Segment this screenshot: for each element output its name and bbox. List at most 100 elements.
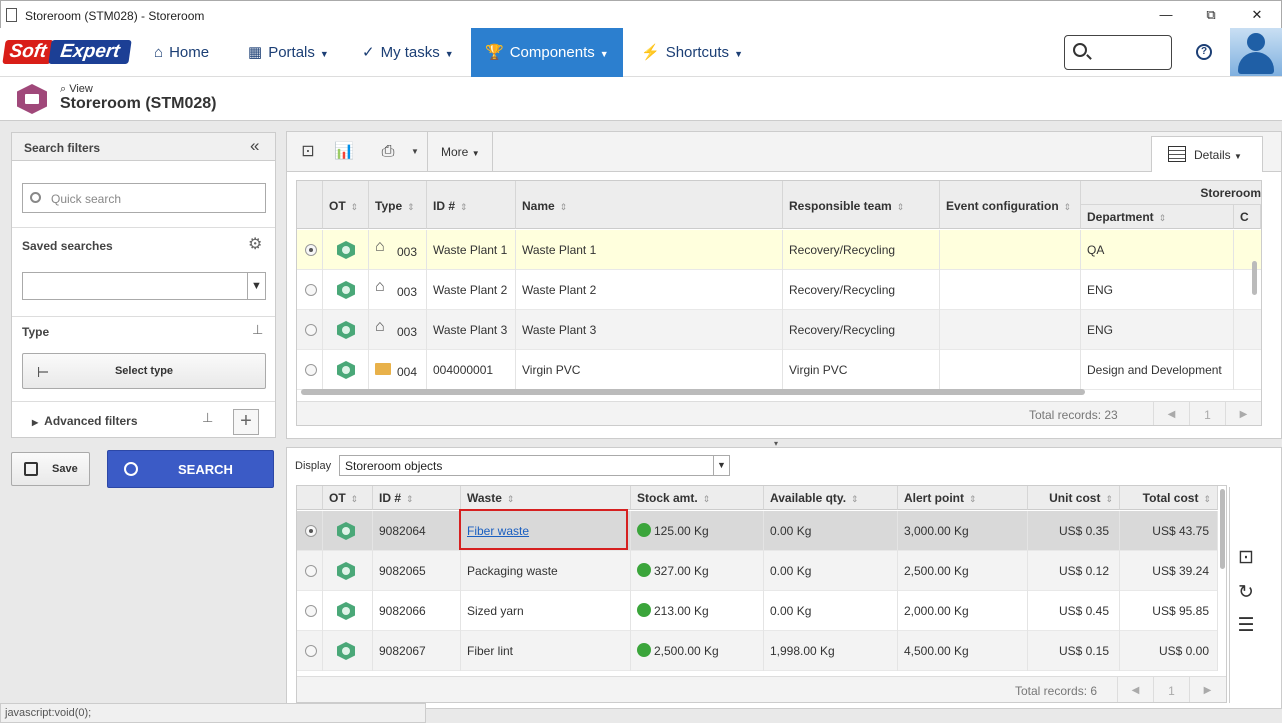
broom-icon[interactable]: ⊥ [252, 322, 263, 338]
col-header-c[interactable]: C [1234, 205, 1261, 229]
nav-portals[interactable]: ▦ Portals ▼ [234, 28, 343, 77]
maximize-button[interactable]: ⧉ [1196, 5, 1226, 25]
col-header-event[interactable]: Event configuration ⇕ [940, 181, 1081, 229]
col-header-name[interactable]: Name ⇕ [516, 181, 783, 229]
nav-components-label: Components [509, 44, 595, 61]
quick-search-placeholder: Quick search [51, 192, 122, 206]
chart-icon[interactable]: 📊 [327, 132, 361, 172]
select-type-button[interactable]: ⊢ Select type [22, 353, 266, 389]
help-icon[interactable]: ? [1196, 44, 1212, 60]
more-menu[interactable]: More ▼ [429, 132, 493, 172]
logo-expert: Expert [48, 40, 132, 64]
search-button[interactable]: SEARCH [107, 450, 274, 488]
group-header-storeroom: Storeroom [1081, 181, 1261, 205]
object-type-icon [337, 321, 355, 339]
details-label: Details ▼ [1194, 148, 1242, 162]
saved-searches-select[interactable]: ▼ [22, 272, 266, 300]
minimize-button[interactable]: — [1151, 5, 1181, 25]
nav-mytasks[interactable]: ✓ My tasks ▼ [348, 28, 468, 77]
nav-shortcuts-label: Shortcuts [665, 44, 730, 61]
col-header-total-cost[interactable]: Total cost ⇕ [1120, 486, 1218, 510]
next-page-icon[interactable]: ▶ [1189, 677, 1225, 702]
total-records: Total records: 23 [1029, 408, 1118, 422]
list-icon[interactable]: ☰ [1235, 615, 1257, 637]
row-radio[interactable] [305, 364, 317, 376]
refresh-icon[interactable]: ↻ [1235, 582, 1257, 604]
page-number: 1 [1189, 402, 1225, 425]
col-header-type[interactable]: Type ⇕ [369, 181, 427, 229]
table-row[interactable]: 9082065 Packaging waste 327.00 Kg 0.00 K… [297, 551, 1218, 591]
vertical-scrollbar[interactable] [1252, 261, 1257, 295]
global-search-input[interactable] [1064, 35, 1172, 70]
list-toolbar: ⊡ 📊 ⎙ ▼ More ▼ Details ▼ [287, 132, 1281, 172]
nav-home[interactable]: ⌂ Home [140, 28, 223, 77]
page-header: ⌕ View Storeroom (STM028) [0, 77, 1282, 121]
col-header-alert[interactable]: Alert point ⇕ [898, 486, 1028, 510]
col-header-ot[interactable]: OT ⇕ [323, 486, 373, 510]
col-header-id[interactable]: ID # ⇕ [427, 181, 516, 229]
vertical-scrollbar[interactable] [1220, 489, 1225, 569]
quick-search-input[interactable]: Quick search [22, 183, 266, 213]
col-header-waste[interactable]: Waste ⇕ [461, 486, 631, 510]
user-avatar[interactable] [1230, 28, 1282, 76]
objects-grid: OT ⇕ ID # ⇕ Waste ⇕ Stock amt. ⇕ Available q… [296, 485, 1227, 703]
col-header-id[interactable]: ID # ⇕ [373, 486, 461, 510]
logo-soft: Soft [2, 40, 54, 64]
select-col-header [297, 181, 323, 229]
gear-icon[interactable]: ⚙ [248, 234, 262, 254]
row-radio[interactable] [305, 645, 317, 657]
panel-splitter[interactable]: ▾ [286, 439, 1282, 448]
col-header-team[interactable]: Responsible team ⇕ [783, 181, 940, 229]
col-header-unit-cost[interactable]: Unit cost ⇕ [1028, 486, 1120, 510]
save-label: Save [52, 463, 78, 475]
table-row[interactable]: 9082066 Sized yarn 213.00 Kg 0.00 Kg 2,0… [297, 591, 1218, 631]
search-icon [1073, 43, 1087, 57]
display-value: Storeroom objects [345, 459, 443, 473]
window-title: Storeroom (STM028) - Storeroom [25, 9, 205, 23]
chevron-down-icon: ▼ [599, 49, 609, 59]
table-row[interactable]: 9082064 Fiber waste 125.00 Kg 0.00 Kg 3,… [297, 511, 1218, 551]
close-button[interactable]: ✕ [1242, 5, 1272, 25]
object-type-icon [337, 602, 355, 620]
table-row[interactable]: ⌂ 003 Waste Plant 1 Waste Plant 1 Recover… [297, 230, 1261, 270]
row-radio[interactable] [305, 324, 317, 336]
display-select[interactable]: Storeroom objects ▼ [339, 455, 730, 476]
nav-components[interactable]: 🏆 Components ▼ [471, 28, 623, 77]
view-record-icon[interactable]: ⊡ [291, 132, 325, 172]
table-row[interactable]: ⌂ 003 Waste Plant 3 Waste Plant 3 Recover… [297, 310, 1261, 350]
softexpert-logo[interactable]: Soft Expert [2, 38, 132, 66]
row-radio[interactable] [305, 525, 317, 537]
broom-icon[interactable]: ⊥ [202, 410, 213, 426]
filters-header: Search filters « [12, 133, 275, 161]
chevron-down-icon: ▼ [247, 273, 265, 299]
collapse-icon[interactable]: « [250, 136, 259, 156]
nav-shortcuts[interactable]: ⚡ Shortcuts ▼ [627, 28, 757, 77]
next-page-icon[interactable]: ▶ [1225, 402, 1261, 425]
row-radio[interactable] [305, 565, 317, 577]
prev-page-icon[interactable]: ◀ [1117, 677, 1153, 702]
table-row[interactable]: ⌂ 003 Waste Plant 2 Waste Plant 2 Recover… [297, 270, 1261, 310]
view-record-icon[interactable]: ⊡ [1235, 547, 1257, 569]
save-button[interactable]: Save [11, 452, 90, 486]
horizontal-scrollbar[interactable] [301, 389, 1085, 395]
house-icon: ⌂ [375, 238, 385, 255]
advanced-filters-toggle[interactable]: ▶ Advanced filters [32, 414, 138, 428]
details-view-tab[interactable]: Details ▼ [1151, 136, 1263, 172]
col-header-stock[interactable]: Stock amt. ⇕ [631, 486, 764, 510]
row-radio[interactable] [305, 284, 317, 296]
col-header-department[interactable]: Department ⇕ [1081, 205, 1234, 229]
status-dot [637, 603, 651, 617]
col-header-ot[interactable]: OT ⇕ [323, 181, 369, 229]
table-row[interactable]: 9082067 Fiber lint 2,500.00 Kg 1,998.00 … [297, 631, 1218, 671]
col-header-available[interactable]: Available qty. ⇕ [764, 486, 898, 510]
row-radio[interactable] [305, 605, 317, 617]
row-radio[interactable] [305, 244, 317, 256]
table-row[interactable]: 004 004000001 Virgin PVC Virgin PVC Desi… [297, 350, 1261, 390]
add-filter-button[interactable]: + [233, 409, 259, 435]
prev-page-icon[interactable]: ◀ [1153, 402, 1189, 425]
chevron-down-icon: ▼ [319, 49, 329, 59]
chevron-down-icon[interactable]: ▼ [407, 132, 423, 172]
print-icon[interactable]: ⎙ [371, 132, 405, 172]
page-title: Storeroom (STM028) [60, 95, 217, 112]
waste-link[interactable]: Fiber waste [467, 524, 529, 538]
